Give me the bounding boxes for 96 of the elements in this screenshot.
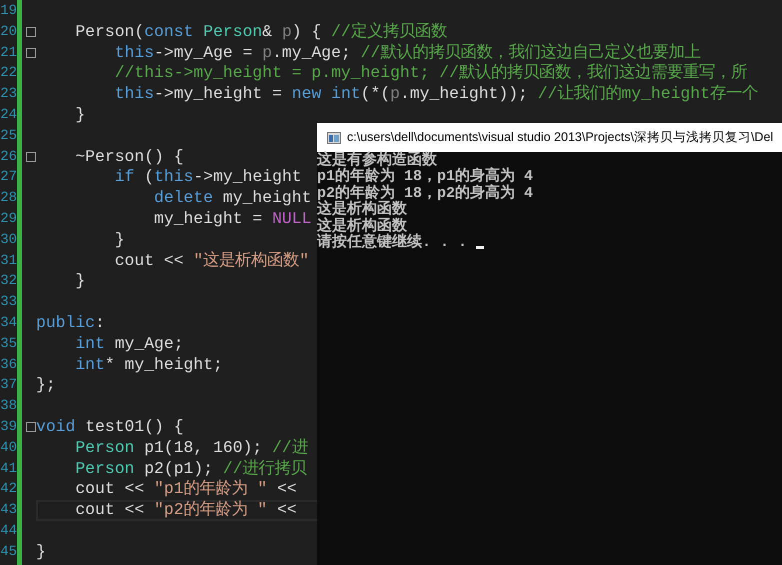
- line-number: 37: [0, 376, 17, 396]
- code-text: <<: [276, 479, 297, 498]
- line-number: 40: [0, 438, 17, 458]
- line-number: 36: [0, 356, 17, 375]
- console-output-line: 这是有参构造函数: [317, 153, 437, 169]
- code-text: ->my_height: [193, 167, 302, 186]
- line-number: 41: [0, 460, 17, 479]
- type-name: Person: [74, 458, 134, 478]
- line-number: 39: [0, 418, 17, 437]
- line-number: 27: [0, 168, 17, 188]
- code-text: cout <<: [74, 479, 146, 498]
- type-name: Person: [202, 22, 262, 41]
- type-name: Person: [74, 438, 134, 457]
- line-number: 24: [0, 106, 17, 125]
- keyword: int: [330, 84, 361, 104]
- collapse-icon[interactable]: [26, 48, 36, 58]
- code-text: };: [36, 375, 56, 394]
- code-text: p1(18, 160);: [143, 438, 264, 457]
- text-cursor: [476, 246, 484, 250]
- keyword: new: [292, 84, 322, 104]
- line-number: 45: [0, 542, 17, 562]
- line-number: 31: [0, 252, 17, 271]
- window-title: c:\users\dell\documents\visual studio 2013\Projects\深拷贝与浅拷贝复习\Del: [347, 129, 774, 146]
- code-text: my_height =: [153, 208, 264, 228]
- line-number: 21: [0, 44, 17, 63]
- keyword: void: [36, 416, 76, 436]
- keyword: delete: [153, 188, 214, 208]
- parameter-name: p: [282, 22, 292, 41]
- code-text: my_Age;: [114, 334, 184, 353]
- console-output-line: 请按任意键继续. . .: [317, 234, 468, 252]
- code-text: ->my_height =: [154, 84, 283, 104]
- code-text: .my_height));: [400, 84, 529, 104]
- code-comment: //进: [272, 438, 308, 457]
- console-output-line: p2的年龄为 18，p2的身高为 4: [317, 186, 534, 202]
- console-output-line: 这是析构函数: [317, 202, 407, 218]
- collapse-icon[interactable]: [26, 26, 36, 37]
- code-comment: //默认的拷贝函数，我们这边自己定义也要加上: [360, 42, 700, 62]
- keyword: this: [114, 42, 154, 62]
- line-number: 43: [0, 501, 17, 520]
- code-text: }: [36, 542, 46, 561]
- code-text: (: [143, 167, 154, 186]
- keyword: int: [74, 354, 105, 374]
- line-number: 34: [0, 314, 17, 333]
- code-text: ~Person() {: [74, 146, 184, 166]
- code-text: }: [74, 271, 86, 290]
- code-comment: //定义拷贝函数: [331, 22, 447, 41]
- console-app-icon: [327, 132, 341, 144]
- collapse-icon[interactable]: [26, 152, 36, 162]
- line-number: 22: [0, 64, 17, 84]
- line-number: 30: [0, 230, 17, 250]
- line-number: 29: [0, 210, 17, 229]
- keyword: int: [74, 334, 105, 353]
- line-number: 23: [0, 85, 17, 104]
- code-text: ) {: [292, 22, 322, 41]
- code-text: my_height: [222, 188, 312, 208]
- code-comment: //进行拷贝: [222, 458, 307, 478]
- parameter-name: p: [390, 84, 400, 104]
- code-text: :: [95, 312, 105, 332]
- keyword: const: [144, 22, 194, 41]
- keyword: this: [114, 84, 154, 104]
- code-text: cout <<: [114, 250, 185, 270]
- code-comment: //this->my_height = p.my_height; //默认的拷贝函数，我们这边需要重写，所: [114, 63, 747, 82]
- code-text: (*(: [360, 84, 390, 104]
- line-number: 42: [0, 480, 17, 500]
- keyword: public: [36, 312, 96, 332]
- line-number: 19: [0, 2, 17, 21]
- code-text: &: [262, 22, 274, 41]
- line-number: 33: [0, 293, 17, 312]
- line-number: 38: [0, 397, 17, 416]
- code-text: Person(: [74, 22, 144, 41]
- console-output-line: p1的年龄为 18，p1的身高为 4: [317, 169, 534, 186]
- code-text: }: [114, 230, 125, 249]
- code-text: * my_height;: [104, 354, 223, 374]
- line-number: 44: [0, 522, 17, 541]
- code-text: .my_Age;: [272, 42, 352, 62]
- keyword: this: [154, 167, 194, 186]
- code-text: cout <<: [74, 500, 146, 520]
- macro-name: NULL: [272, 208, 312, 228]
- line-number: 25: [0, 126, 17, 146]
- line-number: 20: [0, 22, 17, 42]
- line-number: 32: [0, 272, 17, 292]
- collapse-icon[interactable]: [26, 422, 36, 432]
- code-text: <<: [276, 500, 297, 520]
- code-text: test01() {: [84, 416, 184, 436]
- code-comment: //让我们的my_height存一个: [538, 84, 758, 104]
- string-literal: "这是析构函数": [193, 250, 310, 270]
- code-text: ->my_Age =: [154, 42, 254, 62]
- code-text: p2(p1);: [143, 458, 214, 478]
- line-number: 28: [0, 189, 17, 208]
- keyword: if: [114, 167, 134, 186]
- line-number: 26: [0, 148, 17, 167]
- code-text: }: [74, 104, 86, 124]
- line-number: 35: [0, 334, 17, 354]
- string-literal: "p1的年龄为 ": [154, 479, 268, 498]
- string-literal: "p2的年龄为 ": [154, 500, 268, 520]
- parameter-name: p: [262, 42, 272, 62]
